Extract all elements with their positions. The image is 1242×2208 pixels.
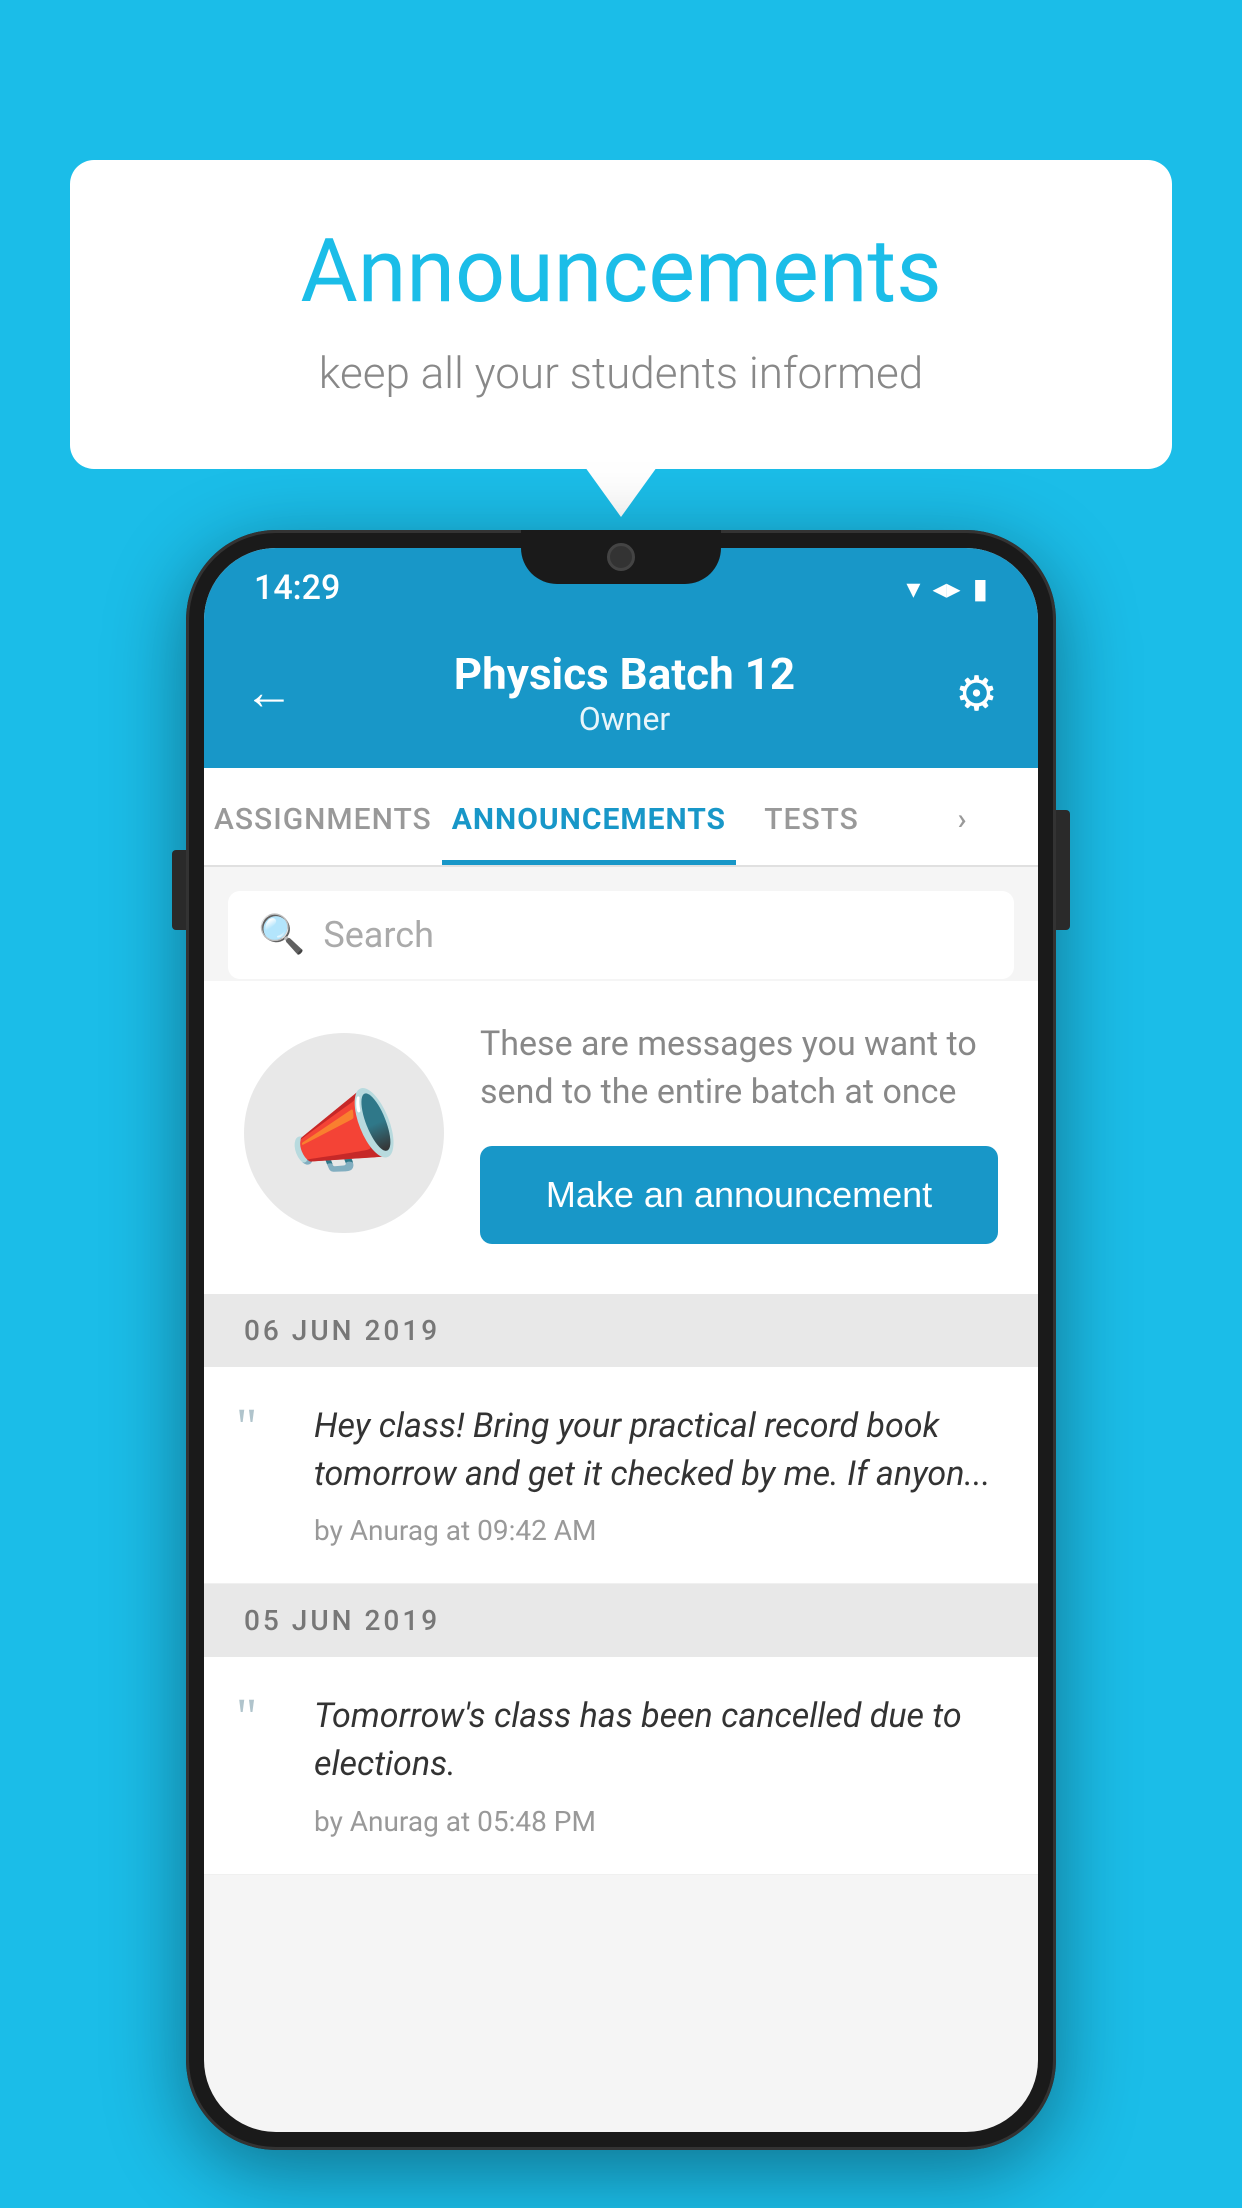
tabs-bar: ASSIGNMENTS ANNOUNCEMENTS TESTS › [204,768,1038,867]
phone-mockup: 14:29 ▾ ◂▸ ▮ ← Physics Batch 12 Owner ⚙ … [186,530,1056,2150]
search-bar[interactable]: 🔍 Search [228,891,1014,979]
announcement-promo: 📣 These are messages you want to send to… [204,981,1038,1294]
announcement-promo-right: These are messages you want to send to t… [480,1021,998,1244]
announcement-icon-circle: 📣 [244,1033,444,1233]
screen-content: 🔍 Search 📣 These are messages you want t… [204,867,1038,1875]
phone-screen: 14:29 ▾ ◂▸ ▮ ← Physics Batch 12 Owner ⚙ … [204,548,1038,2132]
quote-icon-2: " [236,1697,257,1739]
header-title-block: Physics Batch 12 Owner [294,648,955,738]
search-icon: 🔍 [258,913,305,957]
tab-assignments[interactable]: ASSIGNMENTS [204,768,442,865]
tab-more[interactable]: › [887,768,1038,865]
quote-icon-1: " [236,1407,257,1449]
back-button[interactable]: ← [244,668,294,718]
tab-announcements[interactable]: ANNOUNCEMENTS [442,768,736,865]
status-time: 14:29 [254,568,340,608]
search-input[interactable]: Search [323,914,984,956]
promo-description: These are messages you want to send to t… [480,1021,998,1116]
signal-icon: ◂▸ [932,572,960,605]
battery-icon: ▮ [973,572,988,605]
bubble-title: Announcements [150,220,1092,323]
camera-notch [607,543,635,571]
batch-name: Physics Batch 12 [294,648,955,700]
tab-tests[interactable]: TESTS [736,768,887,865]
announcement-meta-1: by Anurag at 09:42 AM [314,1514,998,1547]
date-separator-2: 05 JUN 2019 [204,1584,1038,1657]
phone-notch [521,530,721,584]
batch-role: Owner [294,700,955,738]
announcement-item-2[interactable]: " Tomorrow's class has been cancelled du… [204,1657,1038,1874]
date-separator-1: 06 JUN 2019 [204,1294,1038,1367]
megaphone-icon: 📣 [288,1080,400,1185]
bubble-subtitle: keep all your students informed [150,347,1092,399]
wifi-icon: ▾ [906,572,920,605]
app-header: ← Physics Batch 12 Owner ⚙ [204,628,1038,768]
settings-button[interactable]: ⚙ [955,665,998,722]
announcement-meta-2: by Anurag at 05:48 PM [314,1805,998,1838]
announcement-text-1: Hey class! Bring your practical record b… [314,1403,998,1498]
phone-outer: 14:29 ▾ ◂▸ ▮ ← Physics Batch 12 Owner ⚙ … [186,530,1056,2150]
speech-bubble: Announcements keep all your students inf… [70,160,1172,469]
make-announcement-button[interactable]: Make an announcement [480,1146,998,1244]
status-icons: ▾ ◂▸ ▮ [906,572,988,605]
announcement-text-2: Tomorrow's class has been cancelled due … [314,1693,998,1788]
announcement-item-1[interactable]: " Hey class! Bring your practical record… [204,1367,1038,1584]
speech-bubble-section: Announcements keep all your students inf… [70,160,1172,469]
